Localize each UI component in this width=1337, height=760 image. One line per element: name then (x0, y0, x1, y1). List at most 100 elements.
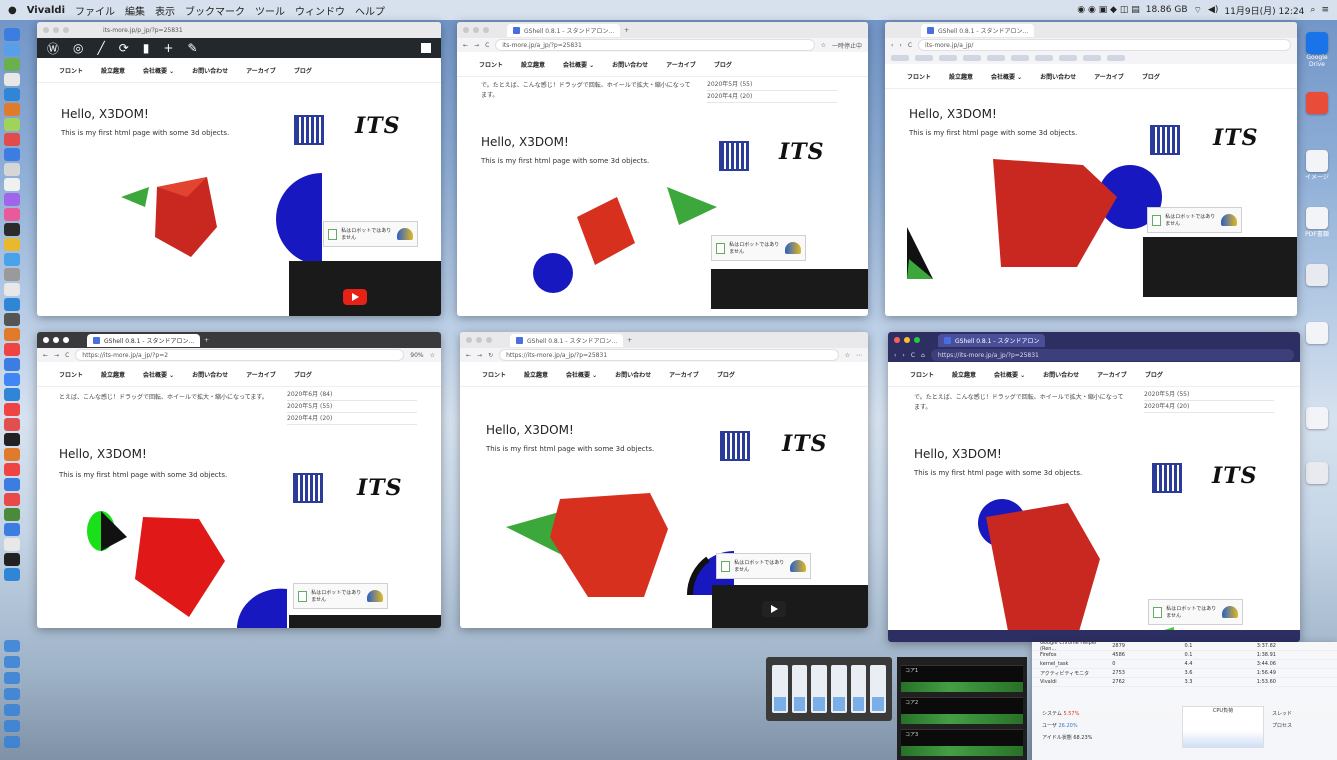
dock-minimized-window[interactable] (4, 720, 20, 732)
nav-front[interactable]: フロント (482, 370, 506, 379)
nav-blog[interactable]: ブログ (1142, 72, 1160, 81)
new-tab-button[interactable]: + (204, 337, 209, 344)
dock-app-icon[interactable] (4, 178, 20, 191)
close-button[interactable] (43, 337, 49, 343)
bookmark-item[interactable] (1035, 55, 1053, 61)
dock-app-icon[interactable] (4, 568, 20, 581)
dock-app-icon[interactable] (4, 463, 20, 476)
bookmark-item[interactable] (1083, 55, 1101, 61)
zoom-button[interactable] (63, 337, 69, 343)
dock-app-icon[interactable] (4, 208, 20, 221)
nav-archive[interactable]: アーカイブ (669, 370, 699, 379)
desktop-icon[interactable] (1302, 92, 1332, 114)
process-row[interactable]: Google Chrome Helper (Ren... 2879 0.1 3:37.… (1032, 640, 1337, 652)
minimize-button[interactable] (476, 337, 482, 343)
nav-contact[interactable]: お問い合わせ (612, 60, 648, 69)
nav-archive[interactable]: アーカイブ (1097, 370, 1127, 379)
x3dom-scene[interactable] (517, 177, 737, 297)
nav-contact[interactable]: お問い合わせ (1043, 370, 1079, 379)
dock-app-icon[interactable] (4, 268, 20, 281)
x3dom-scene[interactable] (905, 149, 1165, 299)
address-bar[interactable]: its-more.jp/a_jp/ (918, 39, 1291, 51)
nav-front[interactable]: フロント (59, 66, 83, 75)
close-button[interactable] (466, 337, 472, 343)
nav-company[interactable]: 会社概要 ⌄ (143, 370, 174, 379)
archive-item[interactable]: 2020年4月 (20) (707, 91, 837, 103)
nav-purpose[interactable]: 設立趣意 (521, 60, 545, 69)
back-button[interactable]: ← (466, 352, 471, 359)
bookmark-item[interactable] (915, 55, 933, 61)
bookmark-star-icon[interactable]: ☆ (430, 352, 435, 359)
nav-archive[interactable]: アーカイブ (246, 66, 276, 75)
process-row[interactable]: Vivaldi 2762 3.3 1:53.60 (1032, 678, 1337, 687)
nav-blog[interactable]: ブログ (714, 60, 732, 69)
edit-icon[interactable]: ✎ (187, 41, 197, 55)
x3dom-scene[interactable] (500, 467, 740, 617)
back-button[interactable]: ← (43, 352, 48, 359)
nav-contact[interactable]: お問い合わせ (192, 370, 228, 379)
address-bar[interactable]: its-more.jp/a_jp/?p=25831 (495, 39, 815, 51)
bookmark-item[interactable] (939, 55, 957, 61)
menu-app-name[interactable]: Vivaldi (27, 5, 65, 16)
menu-bookmarks[interactable]: ブックマーク (185, 3, 245, 18)
dock-app-icon[interactable] (4, 373, 20, 386)
process-row[interactable]: アクティビティモニタ 2753 3.6 1:56.49 (1032, 669, 1337, 678)
back-button[interactable]: ‹ (894, 352, 896, 359)
browser-tab[interactable]: GShell 0.8.1 - スタンドアロン... (921, 23, 1035, 37)
url-text[interactable]: its-more.jp/p_jp/?p=25831 (103, 27, 183, 34)
dock-app-icon[interactable] (4, 193, 20, 206)
profile-button[interactable]: 一時停止中 (832, 41, 862, 50)
address-bar[interactable]: https://its-more.jp/a_jp/?p=25831 (930, 349, 1294, 361)
status-icons[interactable]: ◉ ◉ ▣ ◆ ◫ ▤ (1077, 5, 1139, 15)
nav-archive[interactable]: アーカイブ (246, 370, 276, 379)
bookmark-item[interactable] (963, 55, 981, 61)
dock-minimized-window[interactable] (4, 736, 20, 748)
desktop-icon-image[interactable]: イメージ (1302, 150, 1332, 181)
zoom-button[interactable] (486, 337, 492, 343)
dock-app-icon[interactable] (4, 538, 20, 551)
forward-button[interactable]: › (899, 42, 901, 49)
nav-front[interactable]: フロント (479, 60, 503, 69)
bookmark-item[interactable] (987, 55, 1005, 61)
video-thumbnail[interactable] (712, 585, 868, 628)
reload-button[interactable]: C (65, 352, 69, 359)
zoom-level[interactable]: 90% (410, 352, 423, 359)
forward-button[interactable]: › (902, 352, 904, 359)
youtube-play-icon[interactable] (762, 601, 786, 617)
menu-tools[interactable]: ツール (255, 3, 285, 18)
process-row[interactable]: Firefox 4586 0.1 1:38.91 (1032, 651, 1337, 660)
archive-item[interactable]: 2020年4月 (20) (1144, 401, 1274, 413)
dock-app-icon[interactable] (4, 283, 20, 296)
reload-button[interactable]: ↻ (488, 352, 493, 359)
nav-contact[interactable]: お問い合わせ (1040, 72, 1076, 81)
dock-minimized-window[interactable] (4, 672, 20, 684)
new-tab-button[interactable]: + (627, 337, 632, 344)
dock-app-icon[interactable] (4, 508, 20, 521)
reload-button[interactable]: C (485, 42, 489, 49)
forward-button[interactable]: → (474, 42, 479, 49)
browser-tab[interactable]: GShell 0.8.1 - スタンドアロン... (510, 333, 624, 347)
nav-purpose[interactable]: 設立趣意 (101, 66, 125, 75)
archive-item[interactable]: 2020年5月 (55) (287, 401, 417, 413)
zoom-button[interactable] (483, 27, 489, 33)
nav-front[interactable]: フロント (907, 72, 931, 81)
dock-minimized-window[interactable] (4, 640, 20, 652)
wifi-icon[interactable]: ⌔ (1194, 5, 1202, 16)
dock-minimized-window[interactable] (4, 704, 20, 716)
new-tab-button[interactable]: + (624, 27, 629, 34)
new-icon[interactable]: + (163, 41, 173, 55)
bookmark-star-icon[interactable]: ☆ (821, 42, 826, 49)
nav-company[interactable]: 会社概要 ⌄ (994, 370, 1025, 379)
dock-app-icon[interactable] (4, 313, 20, 326)
reload-button[interactable]: C (908, 42, 912, 49)
customize-icon[interactable]: ╱ (98, 41, 105, 55)
bookmark-item[interactable] (1059, 55, 1077, 61)
dock-app-icon[interactable] (4, 358, 20, 371)
nav-contact[interactable]: お問い合わせ (192, 66, 228, 75)
dashboard-icon[interactable]: ◎ (73, 41, 83, 55)
dock-minimized-window[interactable] (4, 656, 20, 668)
recaptcha-widget[interactable]: 私はロボットではありません (323, 221, 418, 247)
recaptcha-widget[interactable]: 私はロボットではありません (1147, 207, 1242, 233)
bookmark-item[interactable] (1011, 55, 1029, 61)
menu-edit[interactable]: 編集 (125, 3, 145, 18)
